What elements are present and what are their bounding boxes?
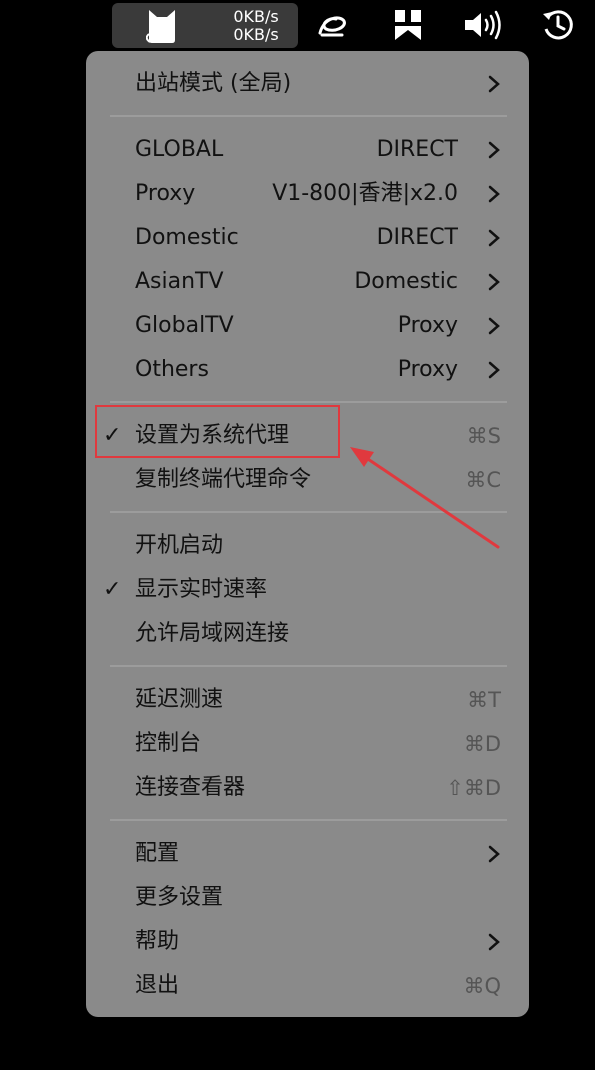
annotation-arrow-icon	[350, 447, 500, 549]
show-speed-label: 显示实时速率	[135, 577, 268, 602]
proxy-group-name: Others	[135, 357, 209, 382]
proxy-group-selection: Domestic	[354, 269, 458, 294]
separator	[110, 665, 507, 667]
gesture-icon[interactable]	[312, 0, 352, 50]
proxy-group-selection: V1-800|香港|x2.0	[272, 181, 458, 206]
proxy-group-proxy[interactable]: Proxy V1-800|香港|x2.0	[86, 172, 529, 216]
more-settings-label: 更多设置	[135, 885, 224, 910]
start-at-login-label: 开机启动	[135, 533, 224, 558]
chevron-right-icon	[488, 317, 500, 335]
config-label: 配置	[135, 841, 180, 866]
proxy-group-global[interactable]: GLOBAL DIRECT	[86, 128, 529, 172]
menu-item-help[interactable]: 帮助	[86, 920, 529, 964]
separator	[110, 401, 507, 403]
outbound-mode-label: 出站模式 (全局)	[135, 71, 292, 96]
benchmark-label: 延迟测速	[135, 687, 224, 712]
proxy-group-selection: DIRECT	[376, 137, 458, 162]
chevron-right-icon	[488, 361, 500, 379]
separator	[110, 819, 507, 821]
proxy-group-name: GLOBAL	[135, 137, 224, 162]
chevron-right-icon	[488, 933, 500, 951]
annotation-highlight-box	[95, 405, 340, 458]
time-machine-icon[interactable]	[538, 0, 578, 50]
proxy-group-name: GlobalTV	[135, 313, 234, 338]
shortcut-label: ⌘D	[463, 732, 501, 756]
proxy-group-name: AsianTV	[135, 269, 224, 294]
proxy-group-globaltv[interactable]: GlobalTV Proxy	[86, 304, 529, 348]
checkmark-icon: ✓	[103, 577, 122, 602]
clash-cat-icon	[146, 10, 175, 43]
quit-label: 退出	[135, 973, 180, 998]
proxy-group-selection: DIRECT	[376, 225, 458, 250]
chevron-right-icon	[488, 229, 500, 247]
help-label: 帮助	[135, 929, 180, 954]
menu-item-benchmark[interactable]: 延迟测速 ⌘T	[86, 678, 529, 722]
proxy-group-domestic[interactable]: Domestic DIRECT	[86, 216, 529, 260]
proxy-group-asiantv[interactable]: AsianTV Domestic	[86, 260, 529, 304]
chevron-right-icon	[488, 185, 500, 203]
menu-bar: 0KB/s 0KB/s	[0, 0, 595, 50]
shortcut-label: ⌘T	[467, 688, 501, 712]
chevron-right-icon	[488, 75, 500, 93]
chevron-right-icon	[488, 273, 500, 291]
shortcut-label: ⇧⌘D	[446, 776, 501, 800]
menu-item-allow-lan[interactable]: 允许局域网连接	[86, 612, 529, 656]
copy-terminal-label: 复制终端代理命令	[135, 467, 312, 492]
allow-lan-label: 允许局域网连接	[135, 621, 290, 646]
upload-speed: 0KB/s	[233, 7, 279, 26]
speed-readout: 0KB/s 0KB/s	[216, 8, 296, 44]
separator	[110, 115, 507, 117]
chevron-right-icon	[488, 845, 500, 863]
proxy-group-name: Domestic	[135, 225, 239, 250]
menu-item-show-speed[interactable]: ✓ 显示实时速率	[86, 568, 529, 612]
proxy-group-others[interactable]: Others Proxy	[86, 348, 529, 392]
proxy-group-selection: Proxy	[397, 357, 458, 382]
clash-status-item[interactable]: 0KB/s 0KB/s	[112, 3, 298, 48]
chevron-right-icon	[488, 141, 500, 159]
proxy-group-name: Proxy	[135, 181, 196, 206]
menu-item-dashboard[interactable]: 控制台 ⌘D	[86, 722, 529, 766]
menu-item-outbound-mode[interactable]: 出站模式 (全局)	[86, 62, 529, 106]
menu-item-more-settings[interactable]: 更多设置	[86, 876, 529, 920]
bookmark-app-icon[interactable]	[390, 0, 426, 50]
menu-item-connections[interactable]: 连接查看器 ⇧⌘D	[86, 766, 529, 810]
proxy-group-selection: Proxy	[397, 313, 458, 338]
download-speed: 0KB/s	[233, 25, 279, 44]
connections-label: 连接查看器	[135, 775, 246, 800]
menu-item-quit[interactable]: 退出 ⌘Q	[86, 964, 529, 1008]
volume-icon[interactable]	[461, 0, 505, 50]
dashboard-label: 控制台	[135, 731, 202, 756]
menu-item-config[interactable]: 配置	[86, 832, 529, 876]
shortcut-label: ⌘Q	[463, 974, 501, 998]
